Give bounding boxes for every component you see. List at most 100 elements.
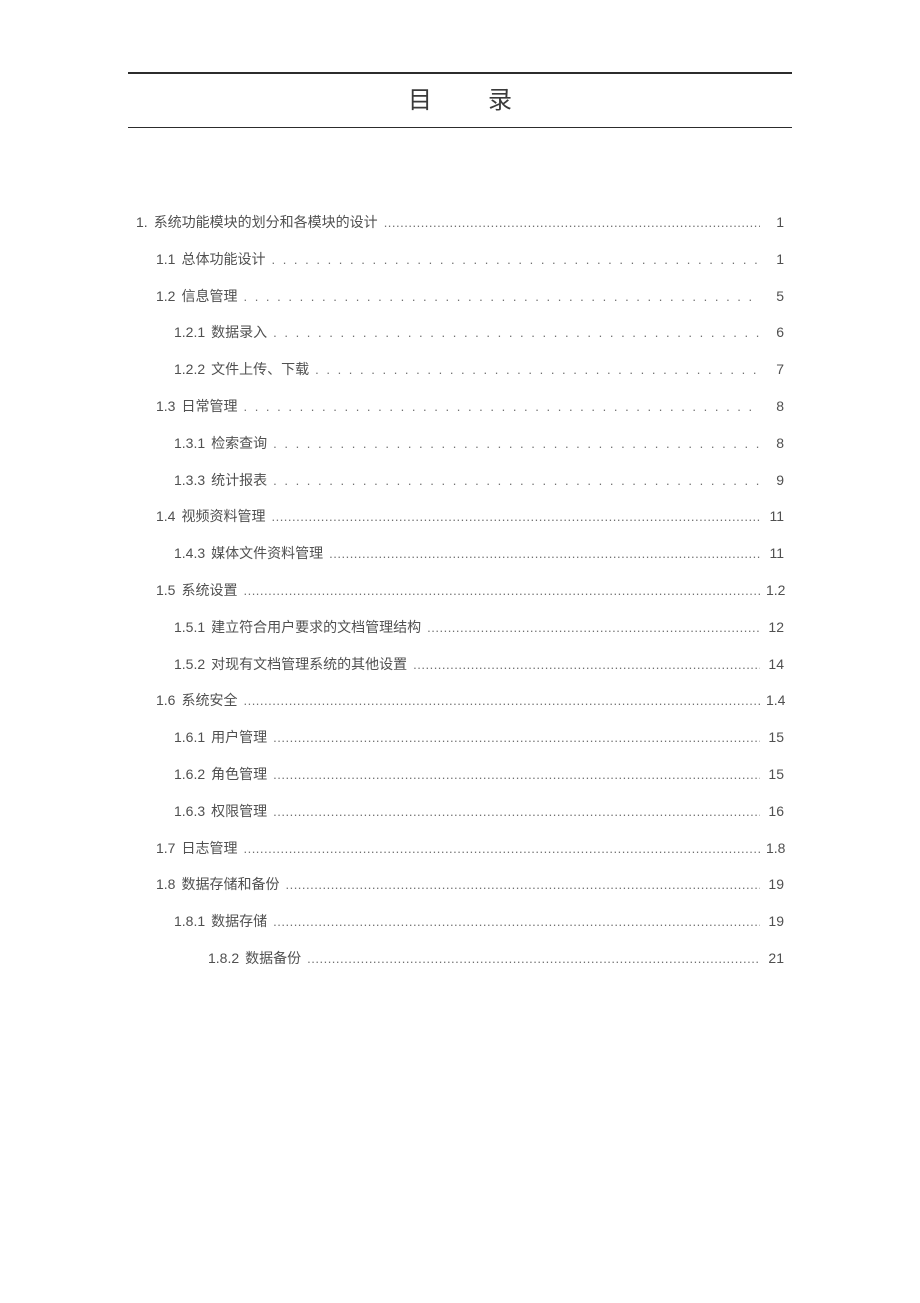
toc-leader-dots: ........................................… [413, 657, 760, 673]
toc-leader-dots: . . . . . . . . . . . . . . . . . . . . … [273, 436, 760, 452]
toc-entry-label: 数据备份 [245, 950, 301, 967]
toc-entry-page: 15 [766, 729, 784, 746]
toc-entry: 1.1总体功能设计 . . . . . . . . . . . . . . . … [156, 251, 784, 268]
toc-entry-number: 1.2.2 [174, 361, 205, 378]
toc-entry-number: 1.2.1 [174, 324, 205, 341]
toc-entry-label: 对现有文档管理系统的其他设置 [211, 656, 407, 673]
toc-entry-label: 数据录入 [211, 324, 267, 341]
toc-entry-number: 1.2 [156, 288, 175, 305]
toc-entry-number: 1.6.1 [174, 729, 205, 746]
toc-entry-label: 系统安全 [181, 692, 237, 709]
toc-entry-number: 1.6 [156, 692, 175, 709]
document-page: 目录 1. 系统功能模块的划分和各模块的设计...................… [0, 0, 920, 1303]
toc-entry-number: 1.8 [156, 876, 175, 893]
toc-leader-dots: . . . . . . . . . . . . . . . . . . . . … [273, 325, 760, 341]
toc-entry-label: 系统功能模块的划分和各模块的设计 [154, 214, 378, 231]
toc-entry-label: 统计报表 [211, 472, 267, 489]
toc-leader-dots: ........................................… [243, 841, 760, 857]
toc-entry-number: 1.3.3 [174, 472, 205, 489]
toc-entry-label: 日志管理 [181, 840, 237, 857]
toc-leader-dots: ........................................… [307, 951, 760, 967]
toc-leader-dots: ........................................… [273, 730, 760, 746]
toc-entry: 1.6.1 用户管理...............................… [174, 729, 784, 746]
toc-entry-label: 系统设置 [181, 582, 237, 599]
toc-entry-page: 21 [766, 950, 784, 967]
toc-entry-number: 1.6.2 [174, 766, 205, 783]
toc-entry: 1.5.1 建立符合用户要求的文档管理结构....................… [174, 619, 784, 636]
toc-leader-dots: ........................................… [243, 693, 760, 709]
toc-entry-page: 1.2 [766, 582, 784, 599]
header-rule-thick [128, 72, 792, 74]
toc-entry: 1.5.2 对现有文档管理系统的其他设置.....................… [174, 656, 784, 673]
toc-entry-label: 视频资料管理 [181, 508, 265, 525]
toc-list: 1. 系统功能模块的划分和各模块的设计......................… [88, 214, 832, 967]
toc-entry: 1.2信息管理 . . . . . . . . . . . . . . . . … [156, 288, 784, 305]
toc-leader-dots: . . . . . . . . . . . . . . . . . . . . … [271, 252, 760, 268]
toc-entry: 1.8.2 数据备份...............................… [208, 950, 784, 967]
toc-title: 目录 [88, 80, 832, 115]
toc-entry: 1.7 日志管理.................................… [156, 840, 784, 857]
toc-entry: 1.4视频资料管理...............................… [156, 508, 784, 525]
toc-leader-dots: . . . . . . . . . . . . . . . . . . . . … [273, 473, 760, 489]
toc-leader-dots: ........................................… [273, 914, 760, 930]
toc-entry-page: 6 [766, 324, 784, 341]
toc-leader-dots: . . . . . . . . . . . . . . . . . . . . … [243, 289, 760, 305]
toc-entry: 1.5系统设置.................................… [156, 582, 784, 599]
toc-entry: 1.2.2 文件上传、下载 . . . . . . . . . . . . . .… [174, 361, 784, 378]
toc-entry-page: 14 [766, 656, 784, 673]
toc-entry-number: 1.3.1 [174, 435, 205, 452]
toc-entry-label: 数据存储和备份 [181, 876, 279, 893]
toc-entry-page: 19 [766, 913, 784, 930]
toc-entry-page: 15 [766, 766, 784, 783]
toc-entry-number: 1.7 [156, 840, 175, 857]
toc-entry-page: 1.4 [766, 692, 784, 709]
toc-entry-label: 日常管理 [181, 398, 237, 415]
toc-entry-page: 1.8 [766, 840, 784, 857]
toc-entry-page: 5 [766, 288, 784, 305]
toc-entry: 1.3.1 检索查询 . . . . . . . . . . . . . . . … [174, 435, 784, 452]
toc-entry-page: 9 [766, 472, 784, 489]
toc-entry-label: 用户管理 [211, 729, 267, 746]
toc-entry: 1.8数据存储和备份..............................… [156, 876, 784, 893]
toc-leader-dots: ........................................… [427, 620, 760, 636]
toc-entry: 1.2.1 数据录入 . . . . . . . . . . . . . . . … [174, 324, 784, 341]
toc-leader-dots: ........................................… [271, 509, 760, 525]
toc-leader-dots: ........................................… [273, 767, 760, 783]
toc-entry-page: 19 [766, 876, 784, 893]
toc-entry-label: 角色管理 [211, 766, 267, 783]
toc-leader-dots: . . . . . . . . . . . . . . . . . . . . … [315, 362, 760, 378]
toc-entry-number: 1.3 [156, 398, 175, 415]
toc-entry-page: 16 [766, 803, 784, 820]
toc-entry-page: 11 [766, 508, 784, 525]
toc-entry-page: 11 [766, 545, 784, 562]
toc-entry: 1.4.3 媒体文件资料管理...........................… [174, 545, 784, 562]
toc-leader-dots: ........................................… [329, 546, 760, 562]
toc-entry-number: 1.4.3 [174, 545, 205, 562]
toc-entry-label: 媒体文件资料管理 [211, 545, 323, 562]
toc-entry-label: 建立符合用户要求的文档管理结构 [211, 619, 421, 636]
toc-entry-label: 检索查询 [211, 435, 267, 452]
toc-leader-dots: ........................................… [273, 804, 760, 820]
toc-entry: 1.6 系统安全.................................… [156, 692, 784, 709]
toc-entry-label: 权限管理 [211, 803, 267, 820]
toc-entry-number: 1. [136, 214, 148, 231]
toc-entry: 1.6.2 角色管理...............................… [174, 766, 784, 783]
toc-leader-dots: ........................................… [384, 215, 760, 231]
toc-entry-page: 8 [766, 398, 784, 415]
toc-entry-number: 1.8.2 [208, 950, 239, 967]
toc-entry-number: 1.6.3 [174, 803, 205, 820]
toc-entry-number: 1.5.2 [174, 656, 205, 673]
toc-entry-label: 文件上传、下载 [211, 361, 309, 378]
toc-leader-dots: ........................................… [243, 583, 760, 599]
toc-entry-page: 1 [766, 214, 784, 231]
toc-entry-page: 12 [766, 619, 784, 636]
toc-entry: 1.3 日常管理 . . . . . . . . . . . . . . . . … [156, 398, 784, 415]
toc-entry-number: 1.5.1 [174, 619, 205, 636]
toc-entry-number: 1.1 [156, 251, 175, 268]
header-rule-thin [128, 127, 792, 128]
toc-entry: 1. 系统功能模块的划分和各模块的设计......................… [136, 214, 784, 231]
toc-entry-label: 数据存储 [211, 913, 267, 930]
toc-leader-dots: . . . . . . . . . . . . . . . . . . . . … [243, 399, 760, 415]
toc-entry-page: 1 [766, 251, 784, 268]
toc-entry-page: 7 [766, 361, 784, 378]
